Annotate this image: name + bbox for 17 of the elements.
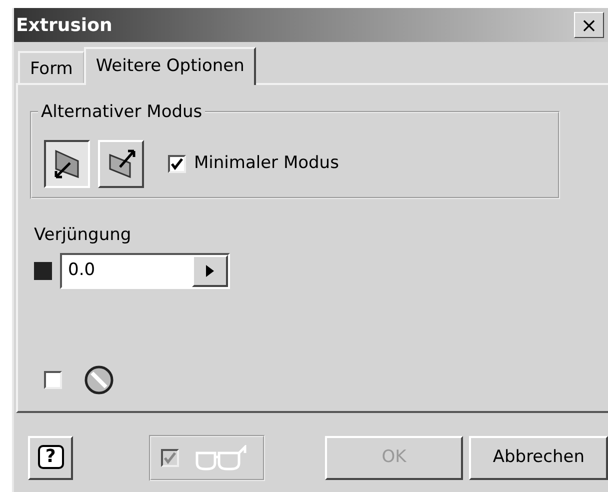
square-icon [34, 262, 52, 280]
cancel-button[interactable]: Abbrechen [469, 436, 608, 480]
tab[interactable]: Weitere Optionen [84, 47, 256, 85]
help-button[interactable]: ? [28, 436, 74, 480]
no-entry-icon [84, 364, 114, 394]
checkbox-label: Minimaler Modus [194, 152, 339, 176]
tab[interactable]: Form [18, 51, 84, 83]
field-label: Verjüngung [34, 224, 132, 247]
mode-button[interactable] [44, 140, 90, 188]
close-button[interactable]: × [574, 12, 604, 38]
checkbox[interactable] [44, 370, 62, 388]
spin-button[interactable] [192, 254, 228, 286]
checkbox[interactable] [168, 155, 186, 173]
spin-box[interactable]: 0.0 [60, 252, 230, 288]
arrow-icon [206, 264, 214, 276]
window-title: Extrusion [16, 14, 112, 38]
glasses-icon [195, 445, 250, 471]
